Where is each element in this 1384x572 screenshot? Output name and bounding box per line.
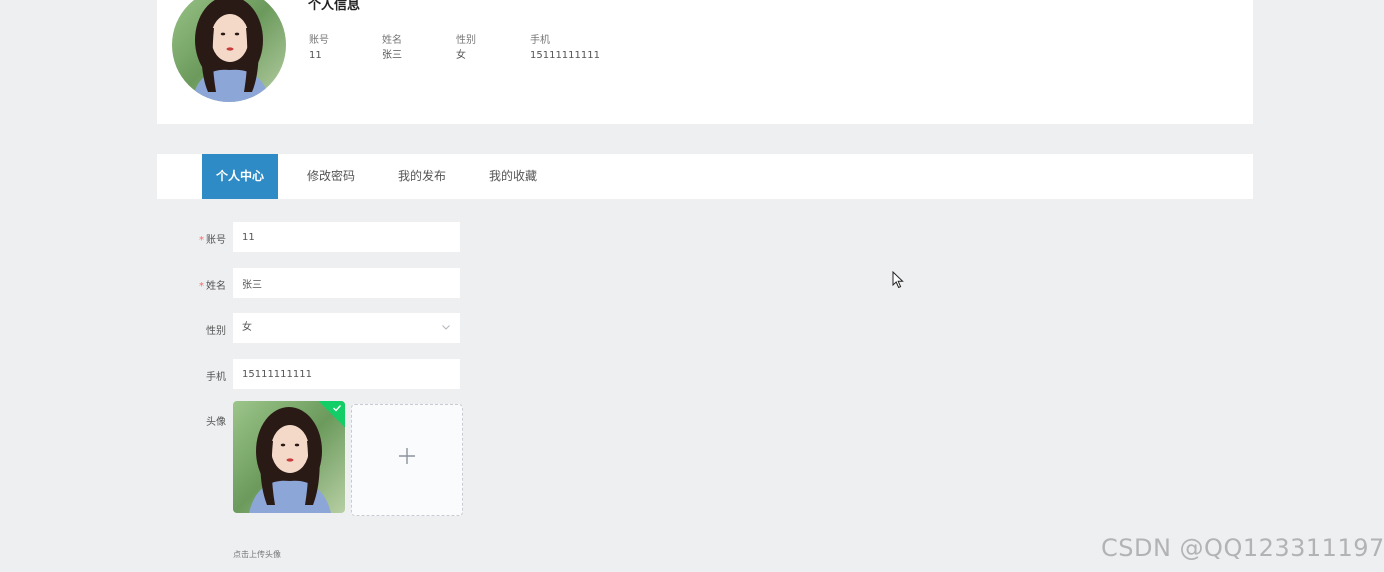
info-label: 姓名 bbox=[382, 35, 402, 46]
info-label: 性别 bbox=[456, 35, 476, 46]
required-mark: * bbox=[199, 235, 204, 246]
tab-my-favorites[interactable]: 我的收藏 bbox=[479, 154, 547, 199]
tab-change-password[interactable]: 修改密码 bbox=[297, 154, 365, 199]
tab-bar: 个人中心 修改密码 我的发布 我的收藏 bbox=[157, 154, 1253, 199]
info-label: 账号 bbox=[309, 35, 329, 46]
gender-label: 性别 bbox=[206, 326, 226, 337]
info-value: 11 bbox=[309, 50, 322, 61]
info-name: 姓名 张三 bbox=[382, 33, 402, 63]
mouse-cursor-icon bbox=[892, 271, 904, 289]
avatar-label: 头像 bbox=[206, 417, 226, 428]
avatar-photo bbox=[172, 0, 286, 102]
watermark: CSDN @QQ123311197 bbox=[1101, 534, 1384, 562]
info-value: 张三 bbox=[382, 50, 402, 61]
plus-icon bbox=[399, 448, 415, 464]
gender-select[interactable]: 女 bbox=[233, 313, 460, 343]
info-value: 女 bbox=[456, 50, 466, 61]
info-label: 手机 bbox=[530, 35, 550, 46]
profile-card: 个人信息 账号 11 姓名 张三 性别 女 手机 15111111111 bbox=[157, 0, 1253, 124]
info-gender: 性别 女 bbox=[456, 33, 476, 63]
name-label-text: 姓名 bbox=[206, 281, 226, 292]
info-value: 15111111111 bbox=[530, 50, 600, 61]
phone-label: 手机 bbox=[206, 372, 226, 383]
profile-title: 个人信息 bbox=[308, 0, 361, 13]
uploaded-avatar-thumb[interactable] bbox=[233, 401, 345, 513]
account-input[interactable] bbox=[233, 222, 460, 252]
tab-personal-center[interactable]: 个人中心 bbox=[202, 154, 278, 199]
info-phone: 手机 15111111111 bbox=[530, 33, 600, 63]
account-label-text: 账号 bbox=[206, 235, 226, 246]
upload-add-button[interactable] bbox=[351, 404, 463, 516]
tab-my-posts[interactable]: 我的发布 bbox=[388, 154, 456, 199]
avatar-photo bbox=[233, 401, 345, 513]
gender-select-value: 女 bbox=[242, 322, 252, 333]
phone-input[interactable] bbox=[233, 359, 460, 389]
name-label: * 姓名 bbox=[160, 277, 226, 292]
upload-hint: 点击上传头像 bbox=[233, 550, 281, 559]
chevron-down-icon bbox=[442, 325, 450, 330]
account-label: * 账号 bbox=[160, 231, 226, 246]
required-mark: * bbox=[199, 281, 204, 292]
check-icon bbox=[333, 405, 342, 412]
info-account: 账号 11 bbox=[309, 33, 329, 63]
name-input[interactable] bbox=[233, 268, 460, 298]
profile-avatar bbox=[172, 0, 286, 102]
